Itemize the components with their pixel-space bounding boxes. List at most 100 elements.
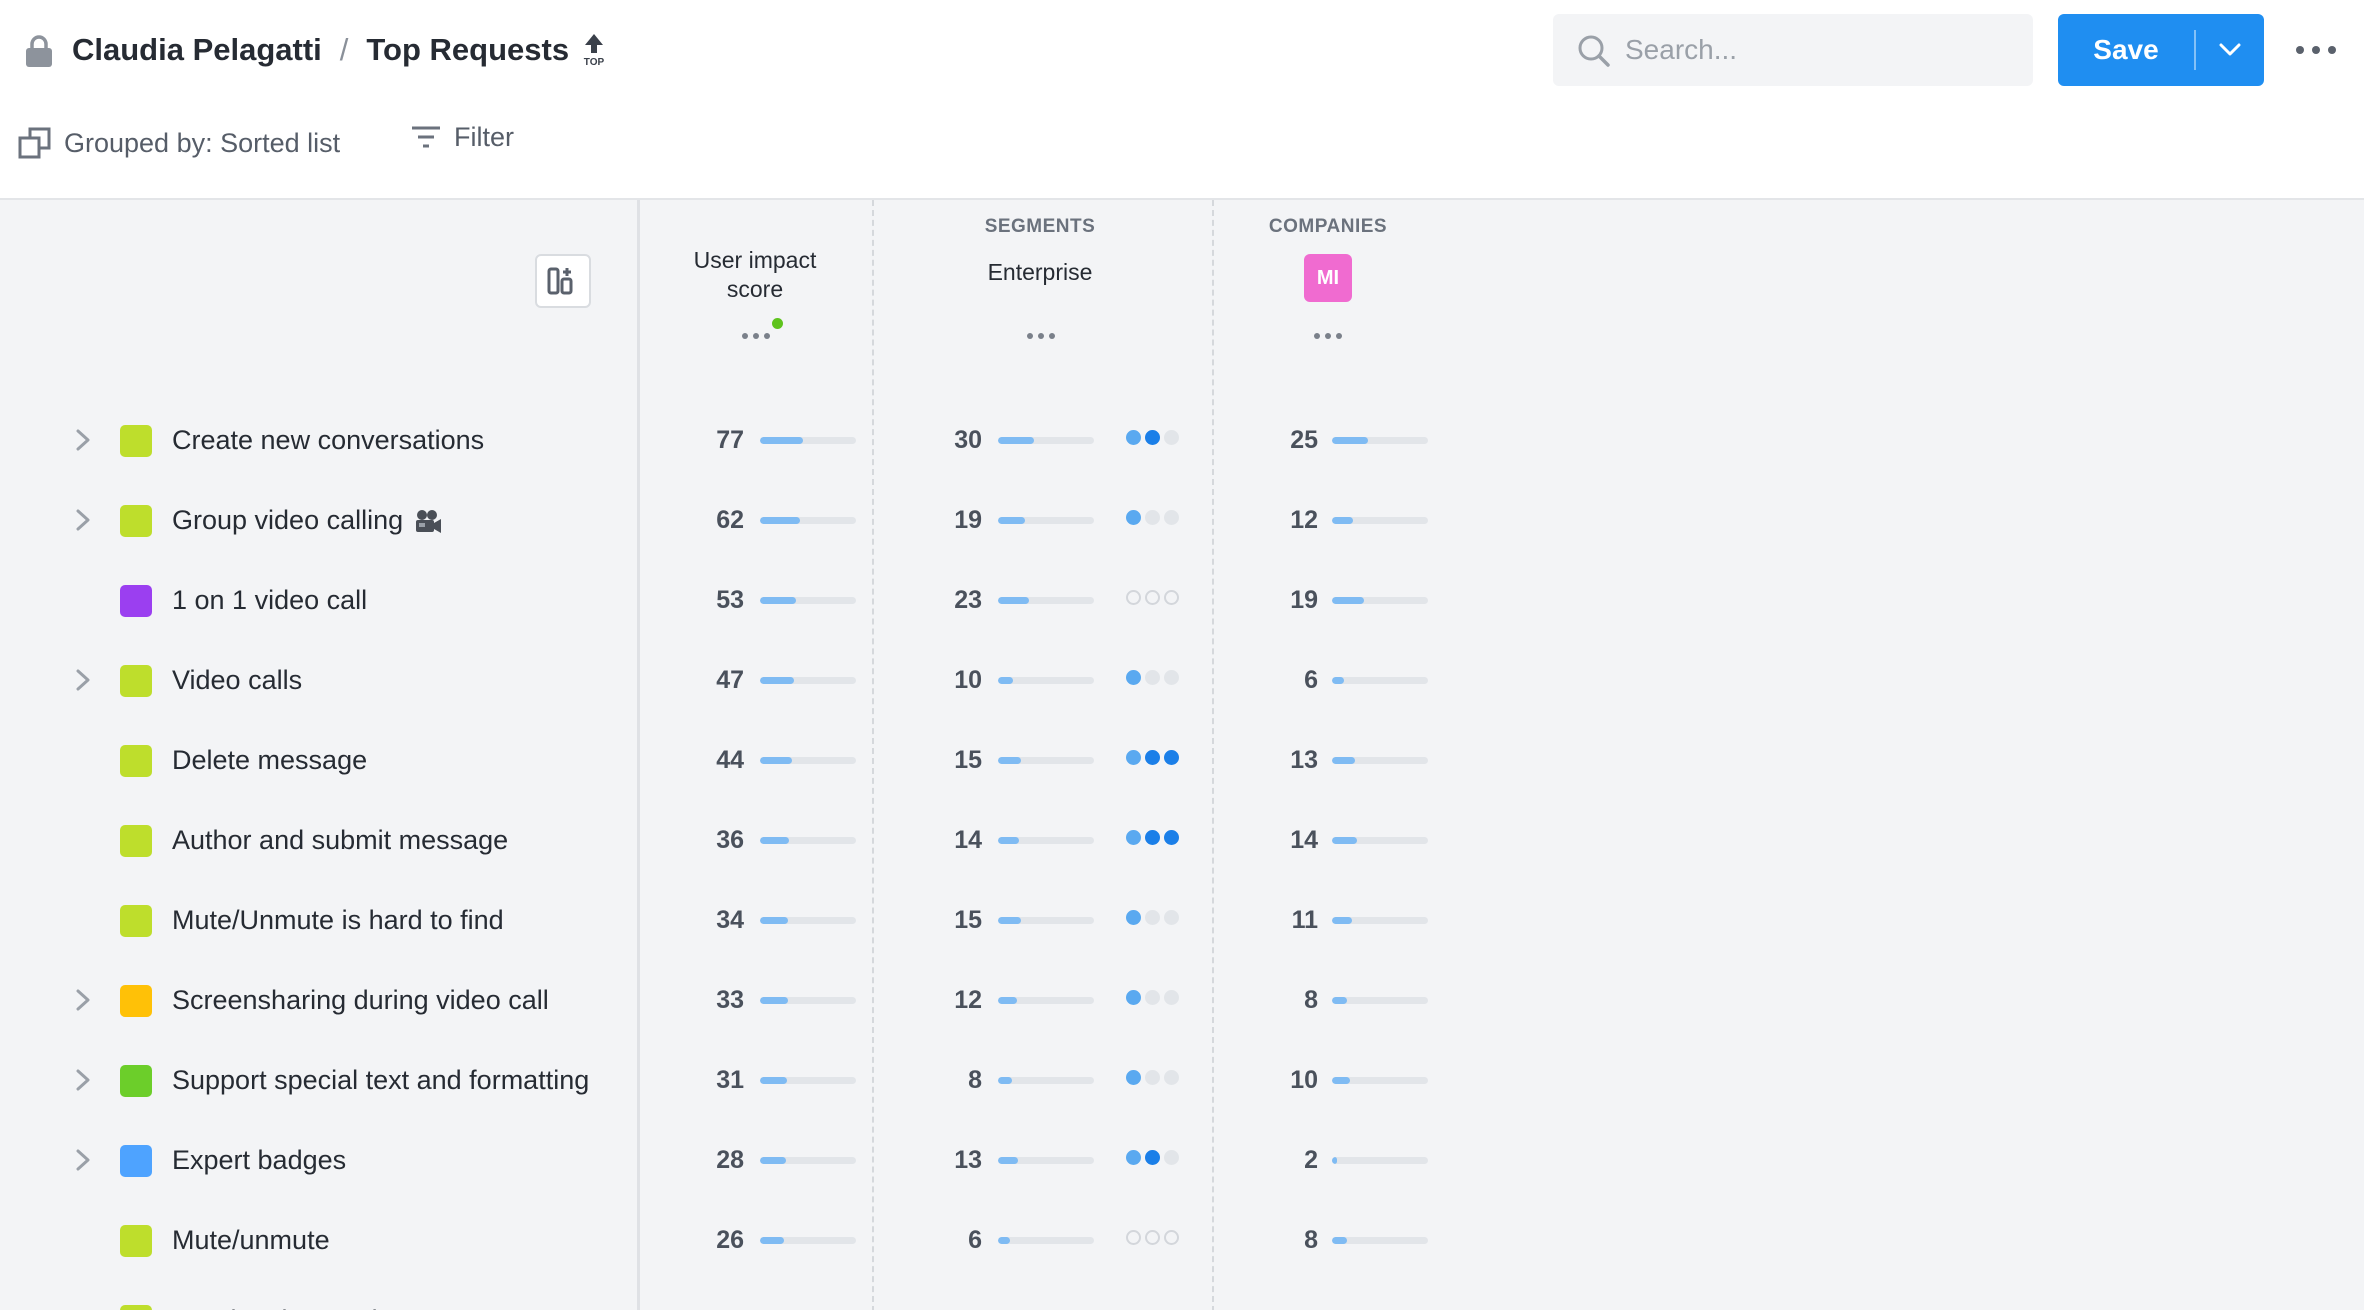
table-row[interactable]: Create new conversations 77 30 25 [0,400,1500,480]
priority-dots[interactable] [1126,510,1179,525]
impact-score: 53 [716,586,744,614]
priority-dot [1145,590,1160,605]
priority-dot [1126,670,1141,685]
priority-dots[interactable] [1126,1230,1179,1245]
add-column-button[interactable] [535,254,591,308]
table-row[interactable]: Expert badges 28 13 2 [0,1120,1500,1200]
request-title[interactable]: Video calls [172,640,302,720]
priority-dot [1164,510,1179,525]
companies-bar [1332,997,1428,1004]
enterprise-score: 12 [954,986,982,1014]
priority-dots[interactable] [1126,670,1179,685]
request-title[interactable]: Mute/Unmute is hard to find [172,880,504,960]
filter-button[interactable]: Filter [410,122,514,153]
request-title[interactable]: Expert badges [172,1120,346,1200]
table-row[interactable]: Delete message 44 15 13 [0,720,1500,800]
request-title[interactable]: Author and submit message [172,800,508,880]
color-swatch [120,585,152,617]
enterprise-bar [998,757,1094,764]
save-options-button[interactable] [2196,14,2264,86]
priority-dot [1145,990,1160,1005]
table-row[interactable]: Support special text and formatting 31 8 10 [0,1040,1500,1120]
companies-column-menu-icon[interactable] [1308,333,1348,339]
page-title[interactable]: Top Requests [366,32,569,68]
table-row[interactable]: Video calls 47 10 6 [0,640,1500,720]
impact-bar [760,517,856,524]
priority-dot [1164,990,1179,1005]
impact-score: 62 [716,506,744,534]
impact-bar [760,677,856,684]
table-row[interactable]: Mute/Unmute is hard to find 34 15 11 [0,880,1500,960]
request-title[interactable]: Create new conversations [172,400,484,480]
request-title[interactable]: Dropbox integration [172,1280,408,1310]
table-row[interactable]: Author and submit message 36 14 14 [0,800,1500,880]
chevron-right-icon[interactable] [74,1068,92,1092]
impact-bar [760,757,856,764]
enterprise-bar [998,1157,1094,1164]
search-box[interactable] [1553,14,2033,86]
request-title[interactable]: Group video calling [172,480,443,560]
table-row[interactable]: Group video calling 62 19 12 [0,480,1500,560]
enterprise-score: 8 [922,1280,982,1310]
segments-column-menu-icon[interactable] [1021,333,1061,339]
breadcrumb: Claudia Pelagatti / Top Requests TOP [72,28,607,72]
color-swatch [120,825,152,857]
table-row[interactable]: 1 on 1 video call 53 23 19 [0,560,1500,640]
chevron-right-icon[interactable] [74,428,92,452]
table-row[interactable]: Dropbox integration 26 8 4 [0,1280,1500,1310]
group-by-button[interactable]: Grouped by: Sorted list [18,126,340,160]
priority-dots[interactable] [1126,830,1179,845]
priority-dot [1145,910,1160,925]
top-bar: Claudia Pelagatti / Top Requests TOP Sav… [0,0,2364,100]
request-title[interactable]: Delete message [172,720,367,800]
enterprise-score: 13 [954,1146,982,1174]
save-button[interactable]: Save [2058,34,2194,66]
impact-score: 26 [716,1226,744,1254]
enterprise-score: 6 [968,1226,982,1254]
request-title[interactable]: Support special text and formatting [172,1040,589,1120]
enterprise-score: 15 [954,746,982,774]
chevron-right-icon[interactable] [74,508,92,532]
priority-dots[interactable] [1126,990,1179,1005]
priority-dots[interactable] [1126,590,1179,605]
companies-score: 13 [1290,746,1318,774]
chevron-right-icon[interactable] [74,988,92,1012]
companies-bar [1332,597,1428,604]
priority-dot [1164,1150,1179,1165]
enterprise-bar [998,1077,1094,1084]
companies-bar [1332,837,1428,844]
chevron-right-icon[interactable] [74,1148,92,1172]
more-options-icon[interactable] [2296,36,2336,64]
color-swatch [120,665,152,697]
filter-icon [412,126,440,147]
priority-dot [1126,430,1141,445]
table-row[interactable]: Mute/unmute 26 6 8 [0,1200,1500,1280]
search-input[interactable] [1625,14,2015,86]
chevron-right-icon[interactable] [74,668,92,692]
request-title[interactable]: 1 on 1 video call [172,560,367,640]
companies-bar [1332,517,1428,524]
table-row[interactable]: Screensharing during video call 33 12 8 [0,960,1500,1040]
companies-score: 12 [1290,506,1318,534]
priority-dots[interactable] [1126,910,1179,925]
priority-dots[interactable] [1126,1150,1179,1165]
priority-dots[interactable] [1126,430,1179,445]
priority-dots[interactable] [1126,750,1179,765]
enterprise-score: 14 [954,826,982,854]
companies-bar [1332,437,1428,444]
impact-column-header[interactable]: User impact score [660,246,850,304]
request-title[interactable]: Screensharing during video call [172,960,549,1040]
breadcrumb-owner[interactable]: Claudia Pelagatti [72,32,322,68]
segments-group-label: SEGMENTS [984,216,1096,237]
segments-column-header[interactable]: SEGMENTS Enterprise [940,216,1140,287]
request-title[interactable]: Mute/unmute [172,1200,330,1280]
priority-dot [1164,910,1179,925]
lock-icon [26,35,52,67]
filter-label: Filter [454,122,514,152]
priority-dots[interactable] [1126,1070,1179,1085]
impact-column-menu-icon[interactable] [736,333,776,339]
companies-column-header[interactable]: COMPANIES MI [1228,216,1428,302]
enterprise-bar [998,837,1094,844]
color-swatch [120,985,152,1017]
priority-dot [1145,1150,1160,1165]
